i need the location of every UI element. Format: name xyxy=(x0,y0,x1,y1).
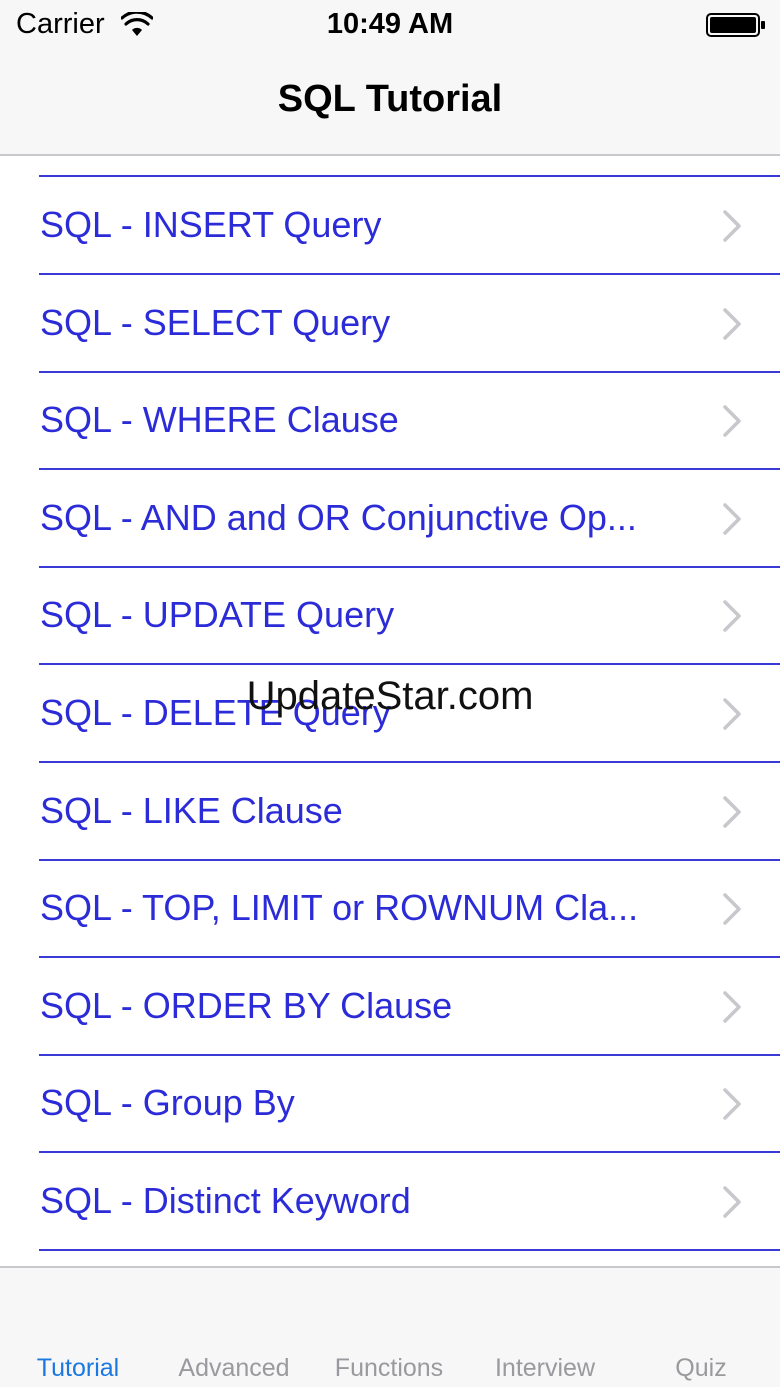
tab-advanced[interactable]: Advanced xyxy=(156,1354,312,1383)
list-item-label: SQL - TOP, LIMIT or ROWNUM Cla... xyxy=(40,887,639,929)
list-item-label: SQL - LIKE Clause xyxy=(40,789,343,831)
list-item-label: SQL - Distinct Keyword xyxy=(40,1180,411,1221)
list-item[interactable]: SQL - UPDATE Query xyxy=(0,567,780,666)
list-item[interactable]: SQL - AND and OR Conjunctive Op... xyxy=(0,470,780,568)
chevron-right-icon xyxy=(723,307,741,340)
chevron-right-icon xyxy=(723,210,741,242)
list-item[interactable]: SQL - WHERE Clause xyxy=(0,372,780,471)
list-item-label: SQL - ORDER BY Clause xyxy=(40,984,453,1026)
list-item[interactable]: SQL - DELETE Query xyxy=(0,665,780,763)
chevron-right-icon xyxy=(723,1186,741,1218)
chevron-right-icon xyxy=(723,600,741,633)
list-item[interactable]: SQL - TOP, LIMIT or ROWNUM Cla... xyxy=(0,860,780,959)
battery-icon xyxy=(706,13,765,37)
chevron-right-icon xyxy=(723,698,741,730)
navigation-bar: SQL Tutorial xyxy=(0,50,780,156)
tab-interview[interactable]: Interview xyxy=(467,1354,623,1383)
list-item[interactable]: SQL - SELECT Query xyxy=(0,275,780,373)
status-bar: Carrier 10:49 AM xyxy=(0,0,780,50)
chevron-right-icon xyxy=(723,893,741,925)
chevron-right-icon xyxy=(723,1088,741,1121)
tutorial-list[interactable]: SQL - INSERT Query SQL - SELECT Query SQL … xyxy=(0,158,780,1266)
list-item[interactable]: SQL - ORDER BY Clause xyxy=(0,958,780,1056)
page-title: SQL Tutorial xyxy=(277,78,503,120)
list-divider xyxy=(39,1249,780,1251)
clock: 10:49 AM xyxy=(326,8,454,40)
list-item-label: SQL - UPDATE Query xyxy=(40,594,395,636)
tab-tutorial[interactable]: Tutorial xyxy=(0,1354,156,1383)
list-item[interactable]: SQL - INSERT Query xyxy=(0,177,780,275)
list-item-label: SQL - INSERT Query xyxy=(40,204,382,245)
chevron-right-icon xyxy=(723,991,741,1023)
tab-functions[interactable]: Functions xyxy=(311,1354,467,1383)
chevron-right-icon xyxy=(723,405,741,437)
list-item-label: SQL - DELETE Query xyxy=(40,692,391,733)
chevron-right-icon xyxy=(723,795,741,828)
list-item[interactable]: SQL - Distinct Keyword xyxy=(0,1153,780,1251)
chevron-right-icon xyxy=(723,503,741,535)
list-item[interactable]: SQL - Group By xyxy=(0,1055,780,1154)
tab-quiz[interactable]: Quiz xyxy=(623,1354,779,1383)
tab-bar: Tutorial Advanced Functions Interview Quiz xyxy=(0,1266,780,1387)
list-item-label: SQL - AND and OR Conjunctive Op... xyxy=(40,496,637,538)
list-item[interactable]: SQL - LIKE Clause xyxy=(0,763,780,861)
list-item-label: SQL - Group By xyxy=(40,1082,295,1124)
list-item-label: SQL - WHERE Clause xyxy=(40,399,399,441)
list-item-label: SQL - SELECT Query xyxy=(40,301,391,343)
